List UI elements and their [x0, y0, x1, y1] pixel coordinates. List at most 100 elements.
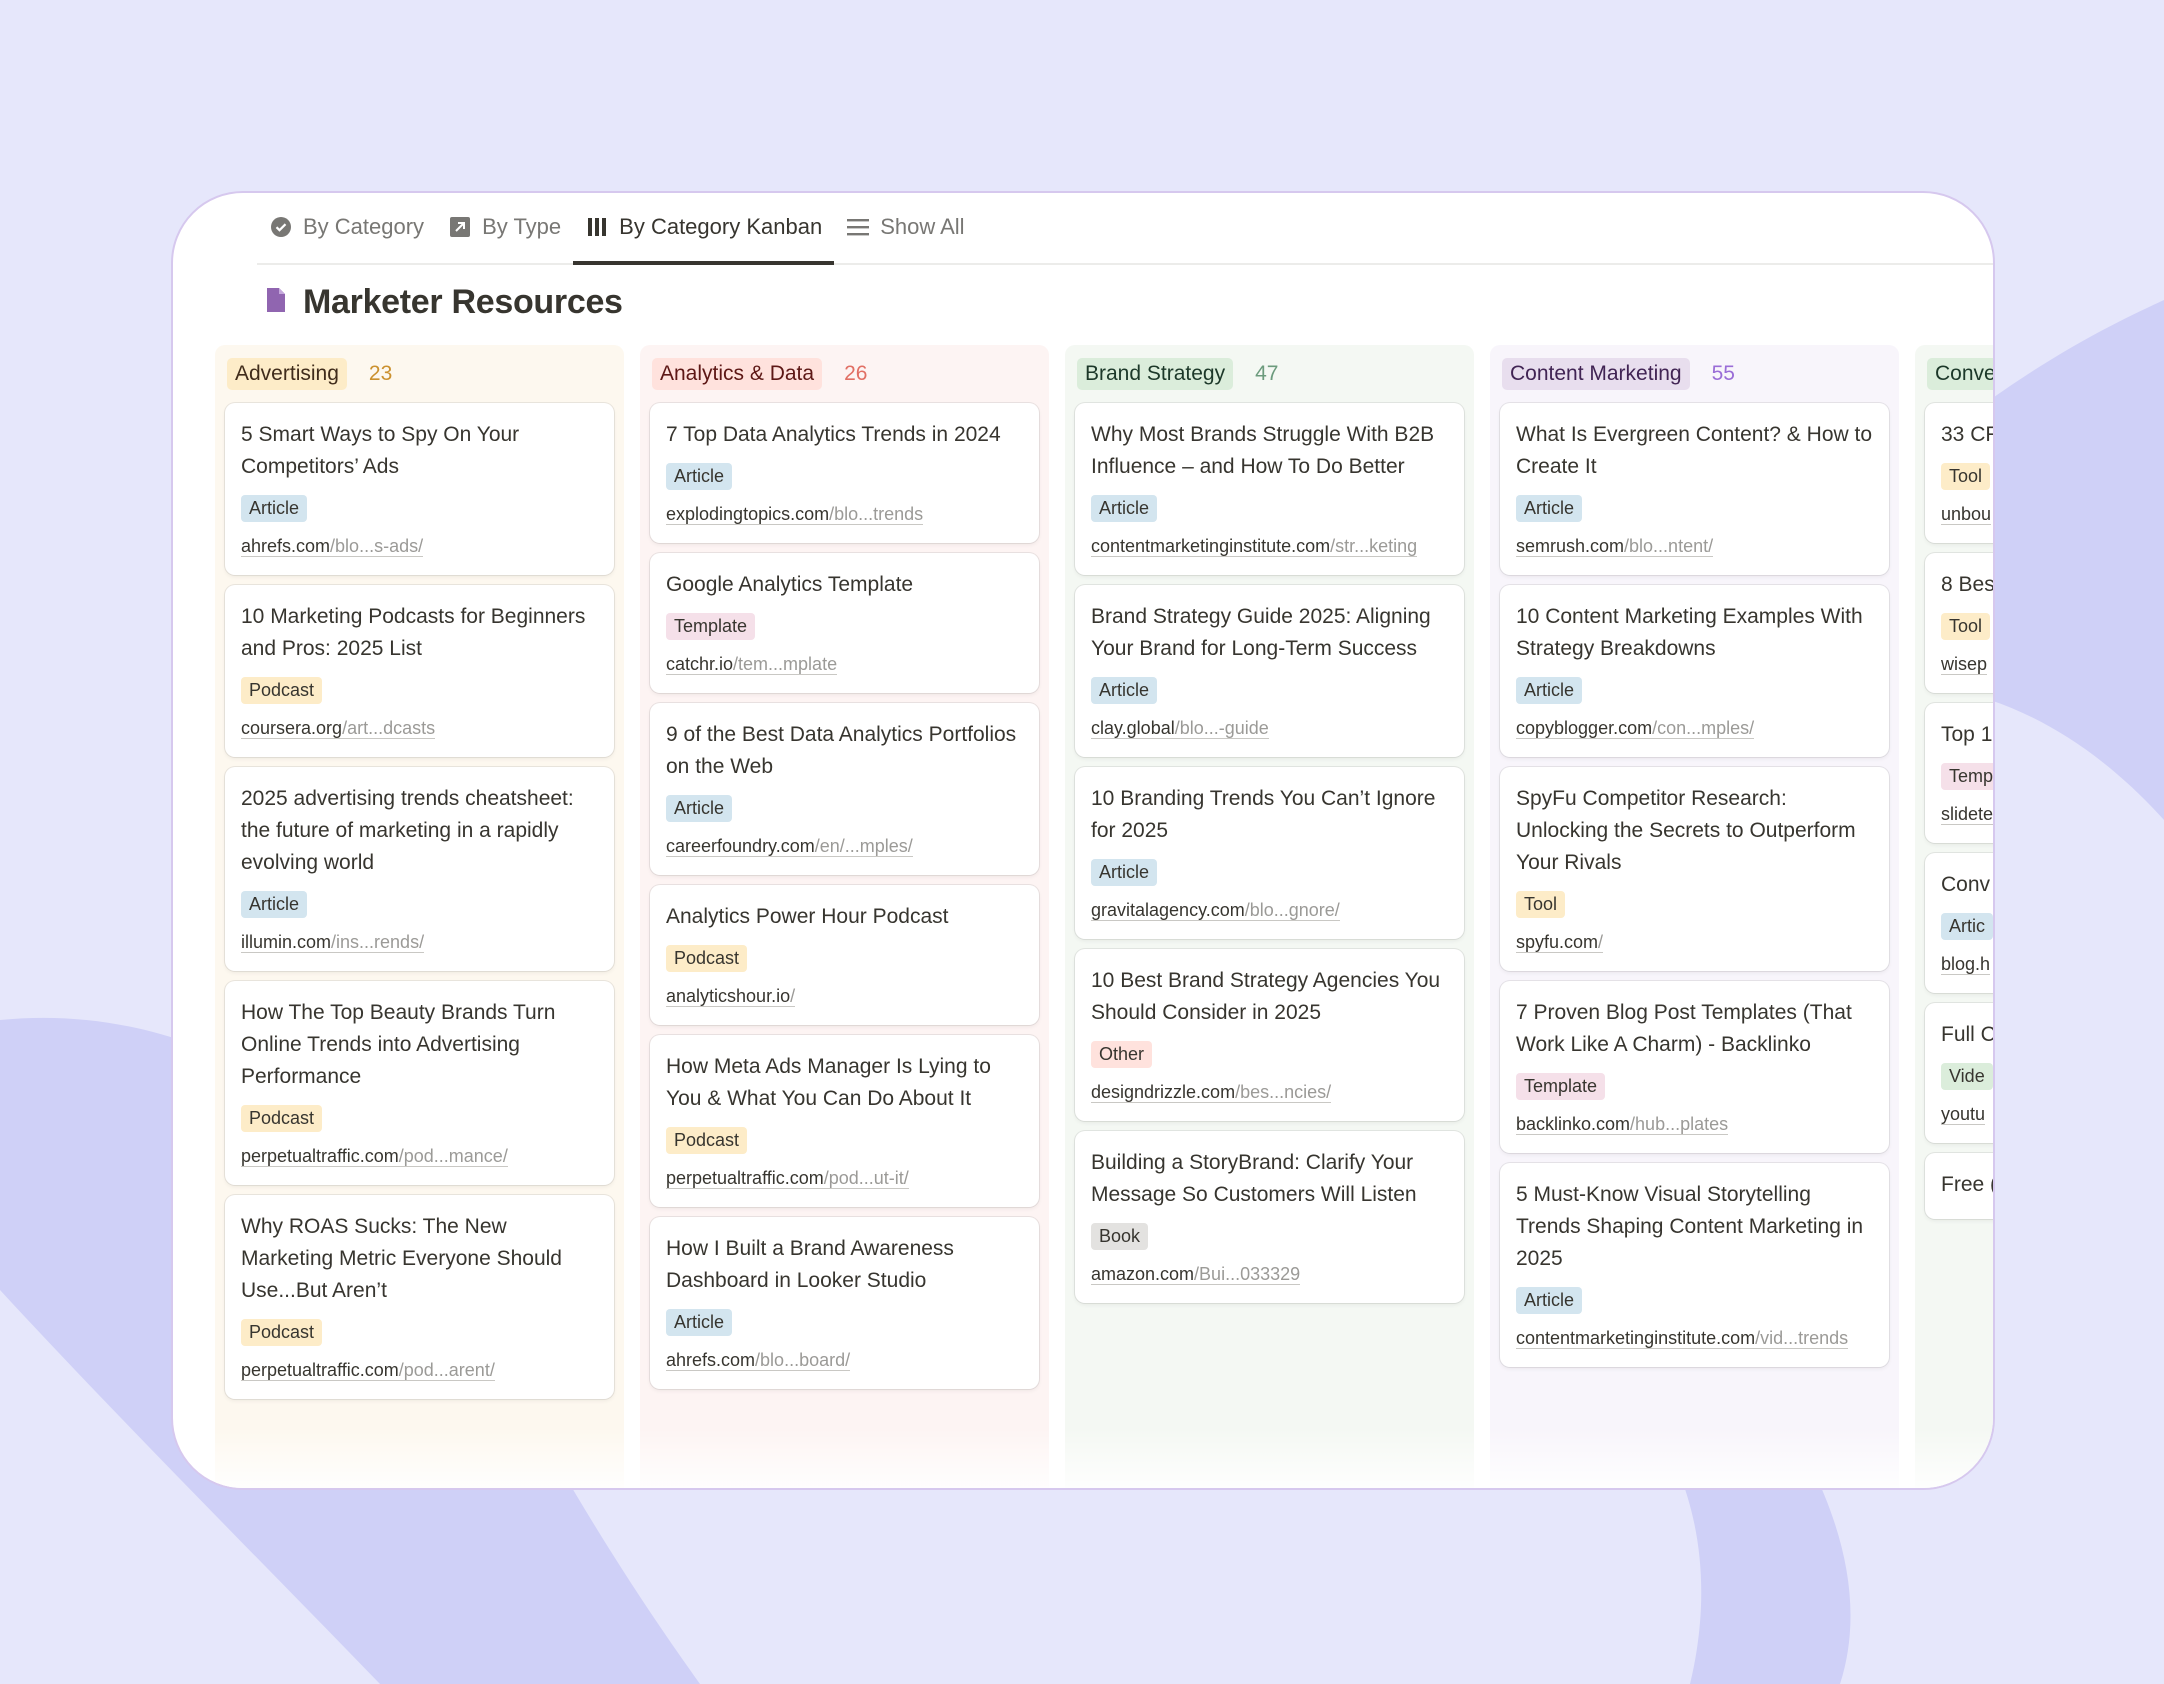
resource-card[interactable]: Full C Cours Vide youtu: [1925, 1003, 1993, 1143]
card-url[interactable]: unbou: [1941, 504, 1993, 525]
url-path: /: [1598, 932, 1604, 953]
url-domain: explodingtopics.com: [666, 504, 830, 525]
url-path: /tem...mplate: [733, 654, 838, 675]
card-url[interactable]: perpetualtraffic.com/pod...mance/: [241, 1146, 598, 1167]
resource-card[interactable]: Analytics Power Hour Podcast Podcast analy…: [650, 885, 1039, 1025]
column-header[interactable]: Analytics & Data 26: [650, 355, 1039, 393]
card-url[interactable]: gravitalagency.com/blo...gnore/: [1091, 900, 1448, 921]
resource-card[interactable]: Conv (CRO Artic blog.h: [1925, 853, 1993, 993]
card-title: 5 Must-Know Visual Storytelling Trends S…: [1516, 1183, 1864, 1270]
type-badge: Tool: [1941, 463, 1991, 490]
tab-by-category[interactable]: By Category: [257, 193, 436, 263]
tab-show-all[interactable]: Show All: [834, 193, 976, 263]
url-domain: gravitalagency.com: [1091, 900, 1245, 921]
card-url[interactable]: perpetualtraffic.com/pod...ut-it/: [666, 1168, 1023, 1189]
resource-card[interactable]: 7 Proven Blog Post Templates (That Work …: [1500, 981, 1889, 1153]
app-window: By Category By Type By Category Kanban S…: [171, 191, 1995, 1490]
column-tag: Conve: [1927, 358, 1993, 390]
card-url[interactable]: backlinko.com/hub...plates: [1516, 1114, 1873, 1135]
resource-card[interactable]: 8 Bes Tool wisep: [1925, 553, 1995, 693]
kanban-column: Advertising 23 5 Smart Ways to Spy On Your…: [215, 345, 624, 1488]
card-title: 5 Smart Ways to Spy On Your Competitors’…: [241, 423, 520, 478]
card-url[interactable]: youtu: [1941, 1104, 1993, 1125]
url-domain: perpetualtraffic.com: [241, 1360, 399, 1381]
card-url[interactable]: illumin.com/ins...rends/: [241, 932, 598, 953]
type-badge: Podcast: [666, 945, 748, 972]
column-header[interactable]: Conve: [1925, 355, 1993, 393]
resource-card[interactable]: How Meta Ads Manager Is Lying to You & W…: [650, 1035, 1039, 1207]
url-path: /bes...ncies/: [1235, 1082, 1332, 1103]
resource-card[interactable]: 10 Content Marketing Examples With Strat…: [1500, 585, 1889, 757]
resource-card[interactable]: How I Built a Brand Awareness Dashboard …: [650, 1217, 1039, 1389]
card-title: Why Most Brands Struggle With B2B Influe…: [1091, 423, 1435, 478]
url-domain: contentmarketinginstitute.com: [1091, 536, 1331, 557]
card-url[interactable]: copyblogger.com/con...mples/: [1516, 718, 1873, 739]
url-domain: unbou: [1941, 504, 1992, 525]
document-icon: [265, 287, 287, 318]
kanban-column: Analytics & Data 26 7 Top Data Analytics T…: [640, 345, 1049, 1488]
card-url[interactable]: blog.h: [1941, 954, 1993, 975]
kanban-column: Brand Strategy 47 Why Most Brands Struggle…: [1065, 345, 1474, 1488]
column-header[interactable]: Content Marketing 55: [1500, 355, 1889, 393]
card-url[interactable]: designdrizzle.com/bes...ncies/: [1091, 1082, 1448, 1103]
resource-card[interactable]: 2025 advertising trends cheatsheet: the …: [225, 767, 614, 971]
resource-card[interactable]: 7 Top Data Analytics Trends in 2024 Artic…: [650, 403, 1039, 543]
url-domain: backlinko.com: [1516, 1114, 1631, 1135]
resource-card[interactable]: 5 Smart Ways to Spy On Your Competitors’…: [225, 403, 614, 575]
page-header: Marketer Resources: [265, 283, 623, 322]
column-header[interactable]: Brand Strategy 47: [1075, 355, 1464, 393]
resource-card[interactable]: Building a StoryBrand: Clarify Your Mess…: [1075, 1131, 1464, 1303]
card-title: How Meta Ads Manager Is Lying to You & W…: [666, 1055, 991, 1110]
resource-card[interactable]: 10 Branding Trends You Can’t Ignore for …: [1075, 767, 1464, 939]
type-badge: Podcast: [241, 1319, 323, 1346]
type-badge: Article: [241, 891, 308, 918]
card-url[interactable]: catchr.io/tem...mplate: [666, 654, 1023, 675]
tab-by-type[interactable]: By Type: [436, 193, 573, 263]
resource-card[interactable]: 10 Best Brand Strategy Agencies You Shou…: [1075, 949, 1464, 1121]
card-title: Free (CI: [1941, 1173, 1993, 1196]
url-path: /con...mples/: [1652, 718, 1755, 739]
card-title: Top 1 Optin Prese: [1941, 723, 1993, 746]
card-title: 9 of the Best Data Analytics Portfolios …: [666, 723, 1017, 778]
kanban-board: Advertising 23 5 Smart Ways to Spy On Your…: [215, 345, 1995, 1488]
resource-card[interactable]: How The Top Beauty Brands Turn Online Tr…: [225, 981, 614, 1185]
card-url[interactable]: ahrefs.com/blo...s-ads/: [241, 536, 598, 557]
card-url[interactable]: coursera.org/art...dcasts: [241, 718, 598, 739]
url-path: /vid...trends: [1755, 1328, 1849, 1349]
resource-card[interactable]: 10 Marketing Podcasts for Beginners and …: [225, 585, 614, 757]
resource-card[interactable]: Top 1 Optin Prese Temp slidete: [1925, 703, 1993, 843]
card-url[interactable]: analyticshour.io/: [666, 986, 1023, 1007]
resource-card[interactable]: Brand Strategy Guide 2025: Aligning Your…: [1075, 585, 1464, 757]
card-url[interactable]: amazon.com/Bui...033329: [1091, 1264, 1448, 1285]
card-url[interactable]: ahrefs.com/blo...board/: [666, 1350, 1023, 1371]
column-header[interactable]: Advertising 23: [225, 355, 614, 393]
card-url[interactable]: spyfu.com/: [1516, 932, 1873, 953]
tab-by-category-kanban[interactable]: By Category Kanban: [573, 193, 835, 265]
card-url[interactable]: semrush.com/blo...ntent/: [1516, 536, 1873, 557]
card-url[interactable]: clay.global/blo...-guide: [1091, 718, 1448, 739]
resource-card[interactable]: Why Most Brands Struggle With B2B Influe…: [1075, 403, 1464, 575]
resource-card[interactable]: 33 CR marke Tool unbou: [1925, 403, 1993, 543]
resource-card[interactable]: SpyFu Competitor Research: Unlocking the…: [1500, 767, 1889, 971]
card-url[interactable]: wisep: [1941, 654, 1993, 675]
resource-card[interactable]: 9 of the Best Data Analytics Portfolios …: [650, 703, 1039, 875]
resource-card[interactable]: Google Analytics Template Template catchr.…: [650, 553, 1039, 693]
card-url[interactable]: perpetualtraffic.com/pod...arent/: [241, 1360, 598, 1381]
card-url[interactable]: explodingtopics.com/blo...trends: [666, 504, 1023, 525]
card-title: 8 Bes: [1941, 573, 1995, 596]
url-path: /str...keting: [1330, 536, 1418, 557]
card-title: 10 Branding Trends You Can’t Ignore for …: [1091, 787, 1436, 842]
resource-card[interactable]: 5 Must-Know Visual Storytelling Trends S…: [1500, 1163, 1889, 1367]
resource-card[interactable]: Free (CI: [1925, 1153, 1993, 1219]
url-domain: careerfoundry.com: [666, 836, 815, 857]
card-url[interactable]: slidete: [1941, 804, 1993, 825]
card-url[interactable]: careerfoundry.com/en/...mples/: [666, 836, 1023, 857]
card-url[interactable]: contentmarketinginstitute.com/vid...tren…: [1516, 1328, 1873, 1349]
resource-card[interactable]: Why ROAS Sucks: The New Marketing Metric…: [225, 1195, 614, 1399]
resource-card[interactable]: What Is Evergreen Content? & How to Crea…: [1500, 403, 1889, 575]
url-domain: contentmarketinginstitute.com: [1516, 1328, 1756, 1349]
tab-label: By Type: [482, 214, 562, 239]
card-url[interactable]: contentmarketinginstitute.com/str...keti…: [1091, 536, 1448, 557]
type-badge: Artic: [1941, 913, 1993, 940]
card-title: Building a StoryBrand: Clarify Your Mess…: [1091, 1151, 1417, 1206]
